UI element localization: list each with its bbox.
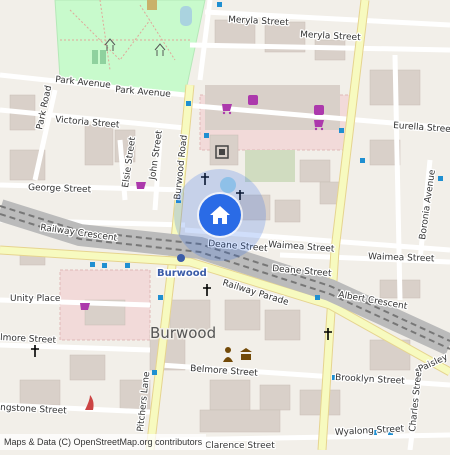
suburb-label: Burwood [150,324,216,342]
home-icon [210,206,230,224]
sports-pitch [92,50,98,64]
park-pavilion [147,0,157,10]
map-attribution: Maps & Data (C) OpenStreetMap.org contri… [0,434,207,450]
street-label-unity-place: Unity Place [10,294,61,304]
street-label-clarence: Clarence Street [205,441,275,450]
map-view[interactable]: Burwood Burwood Meryla Street Meryla Str… [0,0,450,452]
sports-pitch [100,50,106,64]
station-label[interactable]: Burwood [156,267,209,281]
home-location-button[interactable] [199,194,241,236]
map-marker-dot [220,177,236,193]
green-plot [245,150,295,182]
train-station-marker[interactable] [177,254,185,262]
water-feature [180,6,192,26]
